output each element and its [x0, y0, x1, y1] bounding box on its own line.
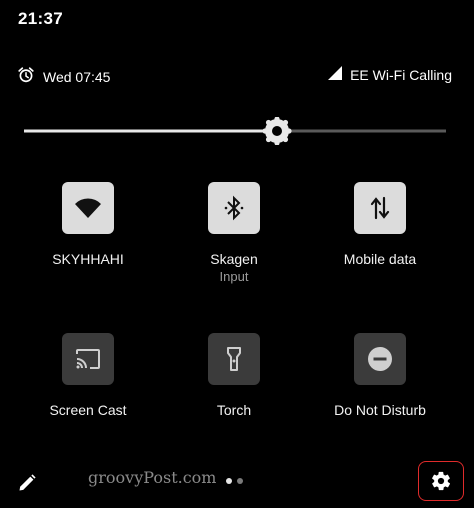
page-indicator: [226, 478, 243, 484]
pencil-icon: [19, 474, 36, 491]
brightness-slider[interactable]: [22, 116, 448, 146]
tile-mobile-data[interactable]: Mobile data: [307, 182, 453, 267]
network-name-label: EE Wi-Fi Calling: [350, 66, 452, 83]
dnd-icon: [367, 346, 393, 372]
tile-toggle[interactable]: [354, 333, 406, 385]
edit-tiles-button[interactable]: [14, 470, 40, 496]
tile-label: SKYHHAHI: [52, 251, 124, 267]
tile-toggle[interactable]: [208, 333, 260, 385]
wifi-icon: [74, 197, 102, 219]
tile-toggle[interactable]: [62, 182, 114, 234]
watermark: groovyPost.com: [88, 468, 217, 487]
tile-toggle[interactable]: [354, 182, 406, 234]
settings-button[interactable]: [418, 461, 464, 501]
network-info[interactable]: EE Wi-Fi Calling: [328, 66, 452, 83]
page-dot: [237, 478, 243, 484]
torch-icon: [226, 346, 242, 372]
status-time: 21:37: [18, 9, 63, 28]
tile-label: Screen Cast: [49, 402, 127, 418]
tile-toggle[interactable]: [208, 182, 260, 234]
tile-toggle[interactable]: [62, 333, 114, 385]
cast-icon: [75, 348, 101, 370]
tile-label: Skagen: [210, 251, 258, 267]
tile-label: Torch: [216, 402, 252, 418]
brightness-sun-icon[interactable]: [262, 116, 292, 146]
alarm-info[interactable]: Wed 07:45: [17, 66, 110, 87]
mobile-data-icon: [369, 196, 391, 220]
tile-sublabel: Input: [219, 269, 249, 284]
alarm-clock-icon: [17, 66, 35, 87]
tile-bluetooth[interactable]: Skagen Input: [161, 182, 307, 284]
alarm-time-label: Wed 07:45: [43, 68, 111, 85]
gear-icon: [432, 471, 451, 491]
tile-dnd[interactable]: Do Not Disturb: [307, 333, 453, 418]
signal-icon: [328, 66, 343, 83]
tile-label: Do Not Disturb: [334, 402, 426, 418]
bluetooth-icon: [223, 195, 245, 221]
tile-label: Mobile data: [343, 251, 417, 267]
tile-cast[interactable]: Screen Cast: [15, 333, 161, 418]
tile-torch[interactable]: Torch: [161, 333, 307, 418]
tile-wifi[interactable]: SKYHHAHI: [15, 182, 161, 267]
page-dot: [226, 478, 232, 484]
